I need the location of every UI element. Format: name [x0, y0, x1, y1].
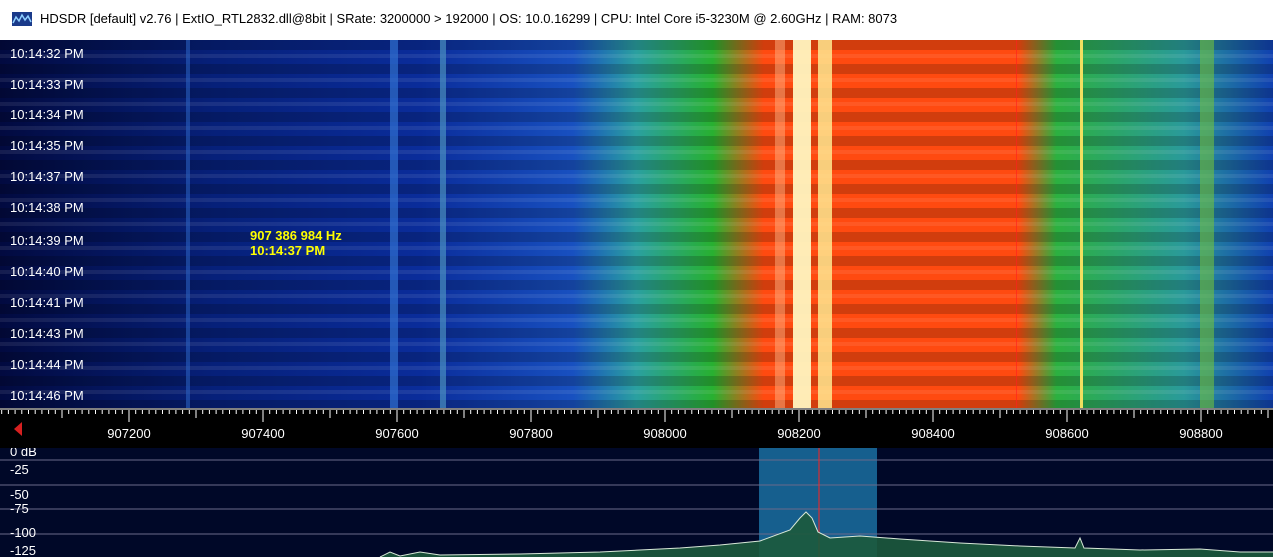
title-bar[interactable]: HDSDR [default] v2.76 | ExtIO_RTL2832.dl… [0, 0, 1273, 38]
timestamp: 10:14:39 PM [10, 233, 84, 248]
db-scale-label: -25 [10, 462, 29, 477]
frequency-axis[interactable]: 907200 907400 907600 907800 908000 90820… [0, 408, 1273, 448]
hdsdr-app-icon [12, 12, 32, 26]
axis-tick-label: 908000 [643, 426, 687, 441]
timestamp: 10:14:46 PM [10, 388, 84, 403]
db-scale-label: -125 [10, 543, 37, 557]
timestamp: 10:14:37 PM [10, 169, 84, 184]
axis-tick-label: 908600 [1045, 426, 1089, 441]
axis-tick-label: 907200 [107, 426, 151, 441]
db-scale-label: -75 [10, 501, 29, 516]
timestamp: 10:14:35 PM [10, 138, 84, 153]
db-scale-label: 0 dB [10, 448, 37, 459]
timestamp: 10:14:33 PM [10, 77, 84, 92]
axis-tick-label: 907800 [509, 426, 553, 441]
cursor-readout: 907 386 984 Hz 10:14:37 PM [250, 228, 342, 258]
axis-tick-label: 908800 [1179, 426, 1223, 441]
timestamp: 10:14:41 PM [10, 295, 84, 310]
axis-tick-label: 908400 [911, 426, 955, 441]
window-title: HDSDR [default] v2.76 | ExtIO_RTL2832.dl… [40, 11, 898, 26]
waterfall-display[interactable]: 10:14:32 PM 10:14:33 PM 10:14:34 PM 10:1… [0, 40, 1273, 408]
timestamp: 10:14:40 PM [10, 264, 84, 279]
axis-tick-label: 907600 [375, 426, 419, 441]
timestamp-column: 10:14:32 PM 10:14:33 PM 10:14:34 PM 10:1… [0, 40, 110, 408]
spectrum-canvas[interactable] [0, 448, 1273, 557]
timestamp: 10:14:34 PM [10, 107, 84, 122]
timestamp: 10:14:43 PM [10, 326, 84, 341]
spectrum-display[interactable]: 0 dB -25 -50 -75 -100 -125 [0, 448, 1273, 557]
timestamp: 10:14:32 PM [10, 46, 84, 61]
timestamp: 10:14:38 PM [10, 200, 84, 215]
scroll-left-arrow-icon[interactable] [14, 422, 22, 436]
cursor-time: 10:14:37 PM [250, 243, 326, 258]
waterfall-canvas[interactable] [0, 40, 1273, 408]
axis-tick-label: 908200 [777, 426, 821, 441]
cursor-frequency: 907 386 984 Hz [250, 228, 342, 243]
axis-tick-label: 907400 [241, 426, 285, 441]
db-scale-label: -50 [10, 487, 29, 502]
timestamp: 10:14:44 PM [10, 357, 84, 372]
db-scale-label: -100 [10, 525, 37, 540]
